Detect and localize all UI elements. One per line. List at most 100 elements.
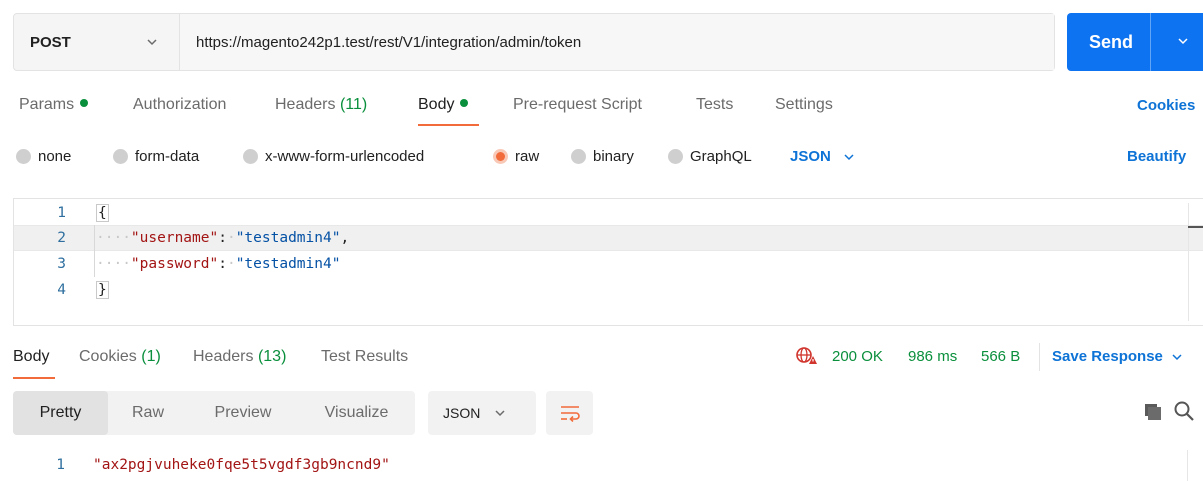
method-select[interactable]: POST [14,14,180,70]
wrap-lines-button[interactable] [546,391,593,435]
response-format-dropdown[interactable]: JSON [428,391,536,435]
tab-count: (11) [339,96,368,113]
tab-response-body[interactable]: Body [13,348,49,366]
tab-label: Body [13,348,50,365]
url-input[interactable]: https://magento242p1.test/rest/V1/integr… [180,14,1054,70]
view-mode-raw[interactable]: Raw [108,391,188,435]
response-time: 986 ms [908,348,957,365]
line-number: 1 [57,205,66,221]
line-number: 2 [57,230,66,246]
radio-circle [243,149,258,164]
json-key: "username" [130,230,219,246]
tab-pre-request-script[interactable]: Pre-request Script [513,96,642,114]
view-mode-pretty[interactable]: Pretty [13,391,108,435]
request-body-editor[interactable]: 1 { 2 ····"username":·"testadmin4", 3 ··… [13,198,1203,326]
tab-count: (1) [141,348,161,365]
tab-authorization[interactable]: Authorization [133,96,226,114]
tab-test-results[interactable]: Test Results [321,348,408,366]
tab-label: Params [19,96,75,113]
close-brace: } [96,281,109,299]
view-mode-label: Pretty [39,404,82,421]
tab-label: Cookies [79,348,137,365]
response-scrollbar-track[interactable] [1187,450,1188,481]
save-response-label: Save Response [1052,348,1163,365]
radio-form-data[interactable]: form-data [113,148,199,165]
radio-binary[interactable]: binary [571,148,634,165]
code-line: 4 } [14,277,1203,303]
code-line: 1 { [14,200,1203,226]
tab-params[interactable]: Params [19,96,89,114]
chevron-down-icon[interactable] [1177,35,1189,47]
radio-label: form-data [135,148,200,165]
beautify-link[interactable]: Beautify [1127,148,1186,165]
tab-response-cookies[interactable]: Cookies (1) [79,348,161,366]
globe-icon[interactable] [795,346,819,366]
json-comma: , [340,230,350,246]
view-mode-preview[interactable]: Preview [188,391,298,435]
tab-label: Headers [275,96,336,113]
radio-label: none [38,148,72,165]
wrap-lines-icon [560,406,580,422]
view-mode-label: Preview [214,404,272,421]
view-mode-visualize[interactable]: Visualize [298,391,415,435]
json-value: "testadmin4" [235,230,341,246]
radio-raw[interactable]: raw [493,148,539,165]
open-brace: { [96,204,109,222]
radio-label: x-www-form-urlencoded [265,148,425,165]
request-tabs: Params Authorization Headers (11) Body P… [0,96,1203,120]
line-number: 1 [56,457,65,473]
radio-none[interactable]: none [16,148,71,165]
response-size-value: 566 B [981,348,1021,365]
radio-label: raw [515,148,540,165]
code-line: 2 ····"username":·"testadmin4", [14,225,1203,251]
view-mode-label: Visualize [324,404,389,421]
body-type-options: none form-data x-www-form-urlencoded raw… [0,148,1203,170]
request-bar: POST https://magento242p1.test/rest/V1/i… [13,13,1055,71]
tab-tests[interactable]: Tests [696,96,733,114]
status-code: 200 OK [832,348,883,365]
radio-graphql[interactable]: GraphQL [668,148,752,165]
response-tabs: Body Cookies (1) Headers (13) Test Resul… [0,348,1203,372]
radio-x-www-form-urlencoded[interactable]: x-www-form-urlencoded [243,148,424,165]
search-icon[interactable] [1173,400,1195,422]
copy-icon[interactable] [1143,402,1163,422]
indicator-dot [80,99,89,107]
send-divider [1150,13,1151,71]
raw-format-label: JSON [790,148,831,165]
chevron-down-icon [495,410,505,417]
editor-scrollbar-track[interactable] [1188,203,1189,321]
radio-circle [16,149,31,164]
tab-body[interactable]: Body [418,96,469,114]
tab-label: Pre-request Script [513,96,642,113]
radio-circle [571,149,586,164]
code-line: 3 ····"password":·"testadmin4" [14,251,1203,277]
response-size: 566 B [981,348,1020,365]
view-mode-label: Raw [131,404,164,421]
json-key: "password" [130,256,219,272]
tab-count: (13) [257,348,287,365]
tab-label: Test Results [321,348,409,365]
url-text: https://magento242p1.test/rest/V1/integr… [196,33,582,51]
radio-circle [113,149,128,164]
send-button[interactable]: Send [1067,13,1203,71]
tab-label: Settings [775,96,833,113]
view-mode-segmented-control: Pretty Raw Preview Visualize [13,391,415,435]
method-label: POST [30,33,71,51]
tab-label: Authorization [133,96,227,113]
json-value: "testadmin4" [235,256,341,272]
response-tab-underline [13,377,55,379]
tab-settings[interactable]: Settings [775,96,833,114]
save-response-button[interactable]: Save Response [1052,348,1183,365]
response-code-line: 1 "ax2pgjvuheke0fqe5t5vgdf3gb9ncnd9" [0,454,1203,476]
cookies-link[interactable]: Cookies [1137,97,1195,114]
tab-headers[interactable]: Headers (11) [275,96,367,114]
tab-response-headers[interactable]: Headers (13) [193,348,286,366]
radio-label: GraphQL [690,148,752,165]
chevron-down-icon [147,39,157,46]
raw-format-dropdown[interactable]: JSON [790,148,855,165]
response-time-value: 986 ms [908,348,958,365]
response-format-label: JSON [443,405,481,421]
divider [1039,343,1040,371]
indent-guide [94,225,95,277]
tab-label: Body [418,96,455,113]
